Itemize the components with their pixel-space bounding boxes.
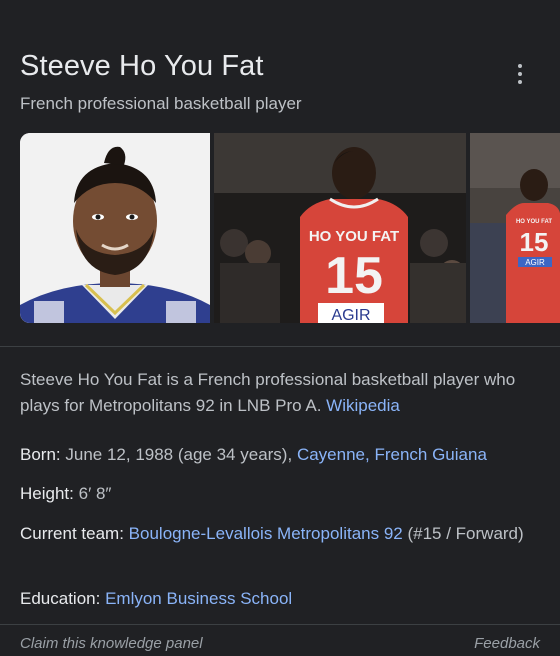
game-photo-2[interactable]: HO YOU FAT 15 AGIR: [470, 133, 560, 323]
game-photo-1-image: HO YOU FAT 15 AGIR: [214, 133, 466, 323]
jersey-name-text-2: HO YOU FAT: [516, 219, 552, 225]
fact-height: Height: 6′ 8″: [20, 481, 535, 507]
claim-panel-link[interactable]: Claim this knowledge panel: [20, 635, 203, 652]
divider: [0, 346, 560, 347]
fact-born: Born: June 12, 1988 (age 34 years), Caye…: [20, 442, 535, 468]
page-title: Steeve Ho You Fat: [20, 50, 264, 82]
team-link[interactable]: Boulogne-Levallois Metropolitans 92: [129, 524, 403, 543]
born-label: Born:: [20, 445, 61, 464]
page-subtitle: French professional basketball player: [20, 94, 302, 113]
height-value: 6′ 8″: [78, 484, 112, 503]
game-photo-2-image: HO YOU FAT 15 AGIR: [470, 133, 560, 323]
description-text: Steeve Ho You Fat is a French profession…: [20, 370, 516, 415]
jersey-name-text: HO YOU FAT: [309, 228, 399, 245]
french-guiana-link[interactable]: French Guiana: [374, 445, 486, 464]
more-vert-icon[interactable]: [508, 60, 532, 88]
wikipedia-link[interactable]: Wikipedia: [326, 396, 400, 415]
team-value: (#15 / Forward): [407, 524, 524, 543]
description: Steeve Ho You Fat is a French profession…: [20, 367, 535, 419]
feedback-link[interactable]: Feedback: [474, 635, 540, 652]
fact-current-team: Current team: Boulogne-Levallois Metropo…: [20, 521, 535, 547]
knowledge-panel: Steeve Ho You Fat French professional ba…: [0, 0, 560, 656]
current-team-label: Current team:: [20, 524, 124, 543]
education-label: Education:: [20, 589, 101, 608]
cayenne-link[interactable]: Cayenne,: [297, 445, 370, 464]
panel-footer: Claim this knowledge panel Feedback: [0, 624, 560, 656]
game-photo-1[interactable]: HO YOU FAT 15 AGIR: [214, 133, 466, 323]
jersey-sponsor-text: AGIR: [331, 307, 370, 323]
fact-education: Education: Emlyon Business School: [20, 586, 535, 612]
image-strip: HO YOU FAT 15 AGIR HO YOU FAT 15 AGIR: [20, 133, 560, 323]
height-label: Height:: [20, 484, 74, 503]
education-link[interactable]: Emlyon Business School: [105, 589, 292, 608]
jersey-number-text: 15: [325, 247, 383, 305]
portrait-image: [20, 133, 210, 323]
born-value: June 12, 1988 (age 34 years),: [65, 445, 293, 464]
jersey-sponsor-text-2: AGIR: [525, 258, 545, 267]
portrait-photo[interactable]: [20, 133, 210, 323]
panel-header: Steeve Ho You Fat French professional ba…: [0, 0, 560, 132]
jersey-number-text-2: 15: [520, 227, 549, 257]
